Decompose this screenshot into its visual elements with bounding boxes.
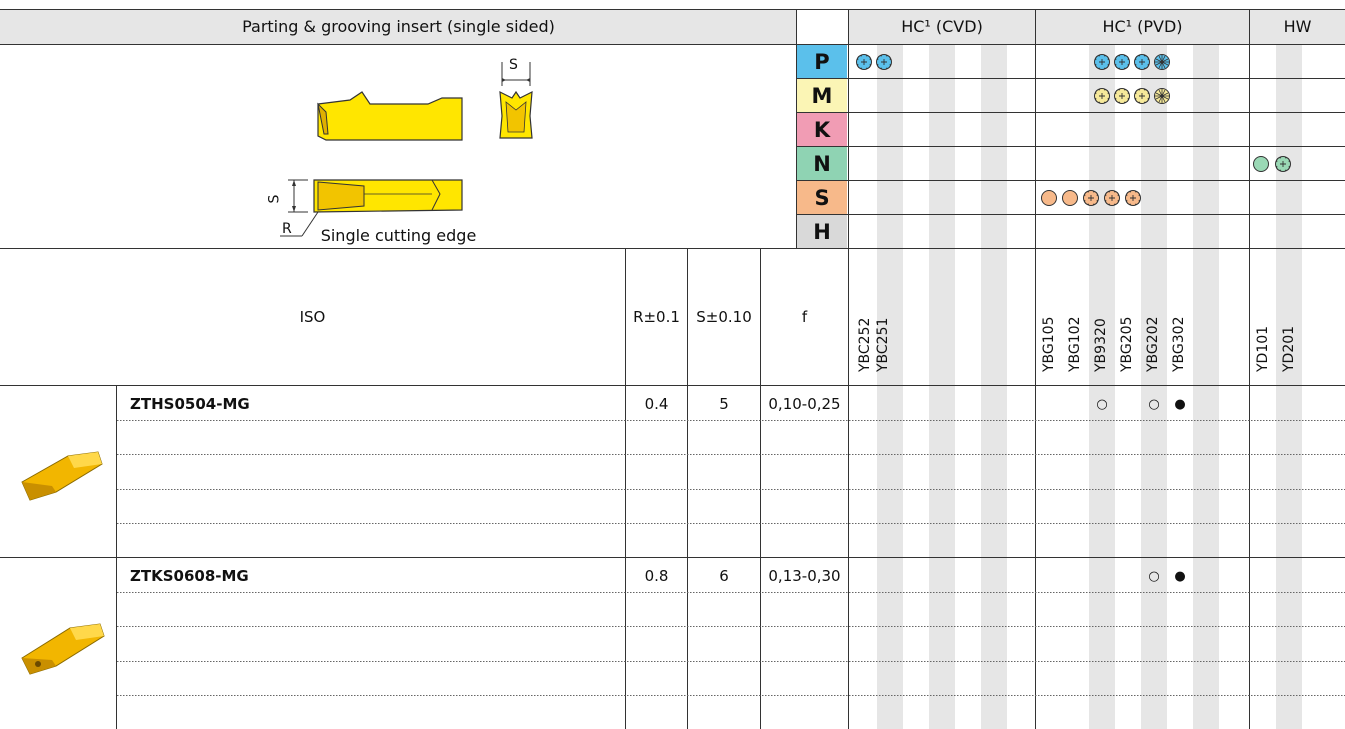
row-r-value: 0.8 — [644, 567, 669, 585]
mark-ybg302: ● — [1174, 397, 1186, 412]
row-iso-code: ZTKS0608-MG — [130, 567, 249, 585]
row-f-value: 0,10-0,25 — [768, 395, 841, 413]
mark-ybg202: ○ — [1148, 397, 1160, 412]
column-header-r: R±0.1 — [633, 308, 680, 326]
grade-ybc252: YBC252 — [857, 317, 873, 372]
row-iso-code: ZTHS0504-MG — [130, 395, 250, 413]
mark-ybg302: ● — [1174, 569, 1186, 584]
grade-ybg102: YBG102 — [1067, 316, 1083, 372]
row-f-value: 0,13-0,30 — [768, 567, 841, 585]
grade-ybg205: YBG205 — [1119, 316, 1135, 372]
row-r-value: 0.4 — [644, 395, 669, 413]
mark-ybg202: ○ — [1148, 569, 1160, 584]
insert-product-image — [21, 623, 105, 675]
grade-yd201: YD201 — [1281, 325, 1297, 372]
grade-ybc251: YBC251 — [875, 317, 891, 372]
insert-product-image — [21, 451, 103, 501]
column-header-f: f — [801, 308, 808, 326]
grade-yd101: YD101 — [1255, 325, 1271, 372]
grade-yb9320: YB9320 — [1093, 318, 1109, 372]
column-header-iso: ISO — [299, 308, 326, 326]
row-s-value: 6 — [719, 567, 729, 585]
application-symbols — [856, 54, 1291, 206]
column-header-s: S±0.10 — [696, 308, 752, 326]
row-s-value: 5 — [719, 395, 729, 413]
grade-ybg302: YBG302 — [1171, 316, 1187, 372]
grade-ybg105: YBG105 — [1041, 316, 1057, 372]
grade-ybg202: YBG202 — [1145, 316, 1161, 372]
mark-yb9320: ○ — [1096, 397, 1108, 412]
